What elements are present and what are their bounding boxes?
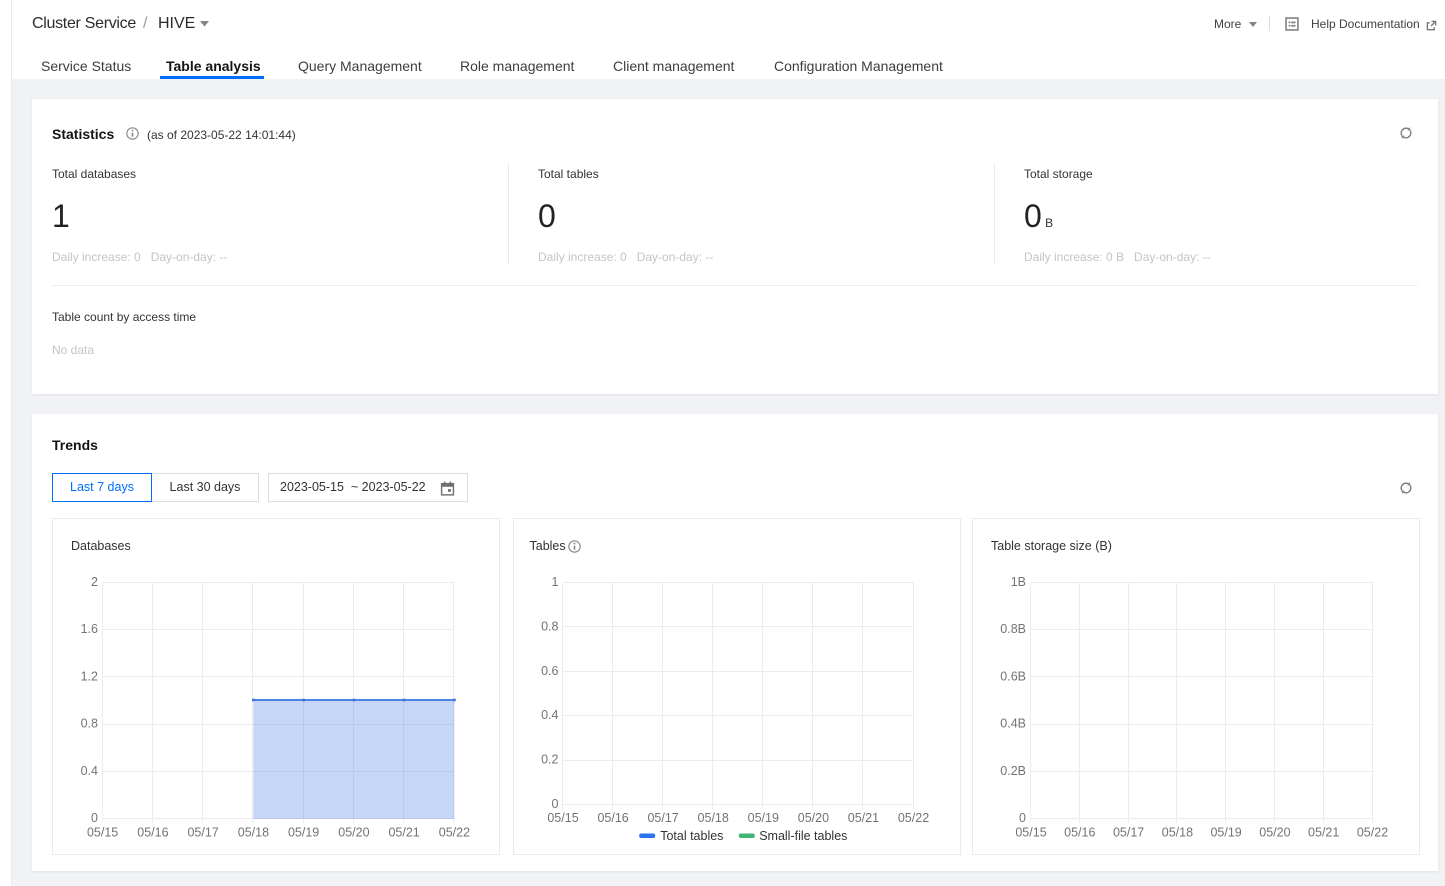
svg-text:05/19: 05/19 — [747, 811, 778, 825]
svg-text:05/15: 05/15 — [87, 826, 118, 840]
svg-text:0.8: 0.8 — [541, 619, 558, 633]
svg-text:Small-file tables: Small-file tables — [759, 829, 847, 843]
svg-text:0.6: 0.6 — [541, 664, 558, 678]
svg-text:0: 0 — [1019, 811, 1026, 825]
svg-text:05/17: 05/17 — [647, 811, 678, 825]
svg-text:0.8: 0.8 — [81, 717, 98, 731]
svg-text:05/20: 05/20 — [797, 811, 828, 825]
svg-text:05/16: 05/16 — [137, 826, 168, 840]
svg-text:0.4B: 0.4B — [1000, 717, 1026, 731]
svg-text:05/21: 05/21 — [388, 826, 419, 840]
svg-text:0.4: 0.4 — [81, 764, 98, 778]
svg-text:0.6B: 0.6B — [1000, 669, 1026, 683]
svg-text:0: 0 — [91, 811, 98, 825]
svg-text:05/20: 05/20 — [1259, 826, 1290, 840]
svg-text:0: 0 — [551, 797, 558, 811]
svg-text:05/20: 05/20 — [338, 826, 369, 840]
svg-text:1: 1 — [551, 575, 558, 589]
svg-text:05/15: 05/15 — [1015, 826, 1046, 840]
svg-text:05/16: 05/16 — [597, 811, 628, 825]
svg-text:05/21: 05/21 — [847, 811, 878, 825]
svg-text:05/22: 05/22 — [1357, 826, 1388, 840]
svg-text:05/17: 05/17 — [187, 826, 218, 840]
svg-text:1B: 1B — [1011, 575, 1026, 589]
svg-text:05/18: 05/18 — [1162, 826, 1193, 840]
svg-text:1.2: 1.2 — [81, 669, 98, 683]
svg-text:05/16: 05/16 — [1064, 826, 1095, 840]
svg-text:05/19: 05/19 — [288, 826, 319, 840]
svg-text:2: 2 — [91, 575, 98, 589]
svg-text:05/18: 05/18 — [238, 826, 269, 840]
svg-text:1.6: 1.6 — [81, 622, 98, 636]
svg-text:Total tables: Total tables — [660, 829, 723, 843]
svg-text:0.4: 0.4 — [541, 708, 558, 722]
svg-text:05/21: 05/21 — [1308, 826, 1339, 840]
svg-text:05/22: 05/22 — [897, 811, 928, 825]
svg-text:05/15: 05/15 — [547, 811, 578, 825]
svg-text:0.2B: 0.2B — [1000, 764, 1026, 778]
svg-text:05/22: 05/22 — [439, 826, 470, 840]
svg-text:05/19: 05/19 — [1210, 826, 1241, 840]
svg-text:0.8B: 0.8B — [1000, 622, 1026, 636]
svg-text:05/17: 05/17 — [1113, 826, 1144, 840]
svg-text:05/18: 05/18 — [697, 811, 728, 825]
svg-text:0.2: 0.2 — [541, 753, 558, 767]
